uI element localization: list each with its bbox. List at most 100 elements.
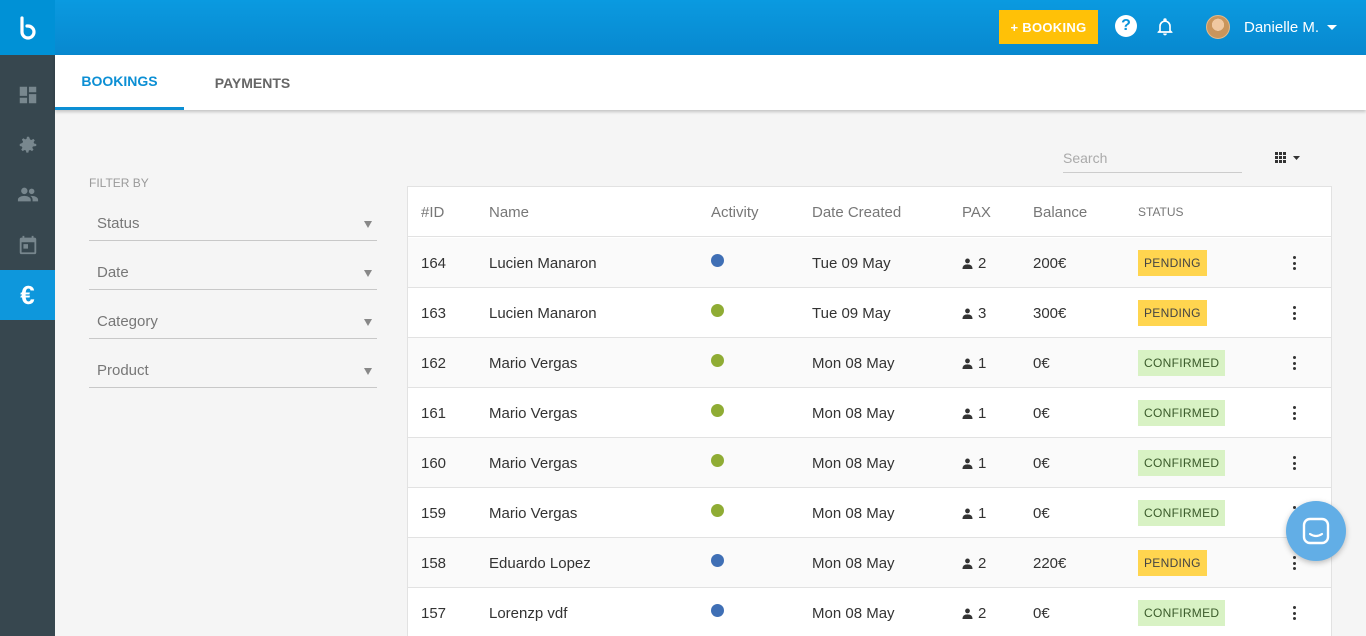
status-cell: CONFIRMED [1138, 338, 1226, 388]
sidebar-item-customers[interactable] [0, 170, 55, 220]
header-status[interactable]: STATUS [1138, 187, 1184, 237]
pax-value: 3 [978, 304, 987, 322]
product-filter-label: Product [97, 362, 149, 379]
more-vertical-icon [1292, 556, 1296, 570]
booking-id: 161 [421, 404, 447, 422]
customer-name: Mario Vergas [489, 404, 578, 422]
booking-id: 159 [421, 504, 447, 522]
table-row[interactable]: 161 Mario Vergas Mon 08 May 1 0€ CONFIRMED [408, 388, 1331, 438]
status-cell: CONFIRMED [1138, 388, 1226, 438]
b-logo-icon[interactable] [0, 0, 55, 55]
sidebar-item-payments[interactable]: € [0, 270, 55, 320]
search-input[interactable] [1063, 144, 1242, 173]
activity-dot [711, 488, 724, 538]
sidebar-item-settings[interactable] [0, 120, 55, 170]
header-balance[interactable]: Balance [1033, 187, 1087, 237]
sidebar-item-calendar[interactable] [0, 220, 55, 270]
status-filter[interactable]: Status [89, 206, 377, 241]
row-menu-button[interactable] [1288, 338, 1300, 388]
date-created: Tue 09 May [812, 254, 891, 272]
header-name[interactable]: Name [489, 187, 529, 237]
user-name[interactable]: Danielle M. [1244, 19, 1319, 36]
booking-id: 164 [421, 254, 447, 272]
row-menu-button[interactable] [1288, 588, 1300, 636]
header-date-created[interactable]: Date Created [812, 187, 901, 237]
grid-view-button[interactable] [1275, 151, 1303, 165]
person-icon [962, 308, 973, 319]
more-vertical-icon [1292, 306, 1296, 320]
date-created: Mon 08 May [812, 454, 895, 472]
chevron-down-icon[interactable] [1327, 25, 1337, 30]
activity-color-dot [711, 604, 724, 617]
pax-count: 1 [962, 488, 986, 538]
add-booking-button[interactable]: + BOOKING [999, 10, 1098, 44]
more-vertical-icon [1292, 356, 1296, 370]
activity-color-dot [711, 454, 724, 467]
category-filter-label: Category [97, 313, 158, 330]
balance: 200€ [1033, 254, 1067, 272]
person-icon [962, 258, 973, 269]
sidebar-item-dashboard[interactable] [0, 70, 55, 120]
row-menu-button[interactable] [1288, 288, 1300, 338]
help-icon[interactable]: ? [1115, 15, 1137, 37]
calendar-icon [19, 235, 36, 255]
status-cell: CONFIRMED [1138, 588, 1226, 636]
bell-icon[interactable] [1155, 16, 1175, 38]
activity-color-dot [711, 404, 724, 417]
people-icon [17, 187, 38, 202]
gear-icon [19, 136, 36, 153]
more-vertical-icon [1292, 606, 1296, 620]
table-row[interactable]: 157 Lorenzp vdf Mon 08 May 2 0€ CONFIRMED [408, 588, 1331, 636]
euro-icon: € [20, 279, 35, 310]
header-pax[interactable]: PAX [962, 187, 991, 237]
customer-name: Mario Vergas [489, 504, 578, 522]
pax-count: 2 [962, 588, 986, 636]
status-badge: PENDING [1138, 550, 1207, 576]
status-badge: CONFIRMED [1138, 450, 1226, 476]
pax-value: 2 [978, 254, 987, 272]
table-row[interactable]: 164 Lucien Manaron Tue 09 May 2 200€ PENDING [408, 238, 1331, 288]
tab-bookings[interactable]: BOOKINGS [55, 55, 184, 110]
table-row[interactable]: 160 Mario Vergas Mon 08 May 1 0€ CONFIRMED [408, 438, 1331, 488]
status-cell: CONFIRMED [1138, 488, 1226, 538]
booking-id: 162 [421, 354, 447, 372]
table-row[interactable]: 163 Lucien Manaron Tue 09 May 3 300€ PENDING [408, 288, 1331, 338]
pax-value: 1 [978, 404, 987, 422]
status-cell: PENDING [1138, 238, 1207, 288]
category-filter[interactable]: Category [89, 304, 377, 339]
table-row[interactable]: 159 Mario Vergas Mon 08 May 1 0€ CONFIRMED [408, 488, 1331, 538]
booking-id: 163 [421, 304, 447, 322]
person-icon [962, 558, 973, 569]
person-icon [962, 458, 973, 469]
date-created: Mon 08 May [812, 404, 895, 422]
more-vertical-icon [1292, 256, 1296, 270]
row-menu-button[interactable] [1288, 238, 1300, 288]
customer-name: Eduardo Lopez [489, 554, 591, 572]
avatar[interactable] [1206, 15, 1230, 39]
caret-down-icon [364, 319, 372, 326]
caret-down-icon [364, 221, 372, 228]
header-activity[interactable]: Activity [711, 187, 759, 237]
pax-value: 2 [978, 554, 987, 572]
activity-dot [711, 238, 724, 288]
balance: 300€ [1033, 304, 1067, 322]
pax-count: 2 [962, 238, 986, 288]
status-badge: CONFIRMED [1138, 400, 1226, 426]
table-row[interactable]: 162 Mario Vergas Mon 08 May 1 0€ CONFIRMED [408, 338, 1331, 388]
table-row[interactable]: 158 Eduardo Lopez Mon 08 May 2 220€ PENDING [408, 538, 1331, 588]
pax-count: 1 [962, 438, 986, 488]
activity-dot [711, 288, 724, 338]
caret-down-icon [364, 368, 372, 375]
booking-id: 157 [421, 604, 447, 622]
chat-icon [1302, 517, 1330, 545]
product-filter[interactable]: Product [89, 353, 377, 388]
grid-icon [1275, 152, 1300, 163]
status-badge: CONFIRMED [1138, 500, 1226, 526]
tab-payments[interactable]: PAYMENTS [192, 55, 313, 110]
chat-button[interactable] [1286, 501, 1346, 561]
activity-color-dot [711, 504, 724, 517]
header-id[interactable]: #ID [421, 187, 444, 237]
row-menu-button[interactable] [1288, 388, 1300, 438]
date-filter[interactable]: Date [89, 255, 377, 290]
row-menu-button[interactable] [1288, 438, 1300, 488]
